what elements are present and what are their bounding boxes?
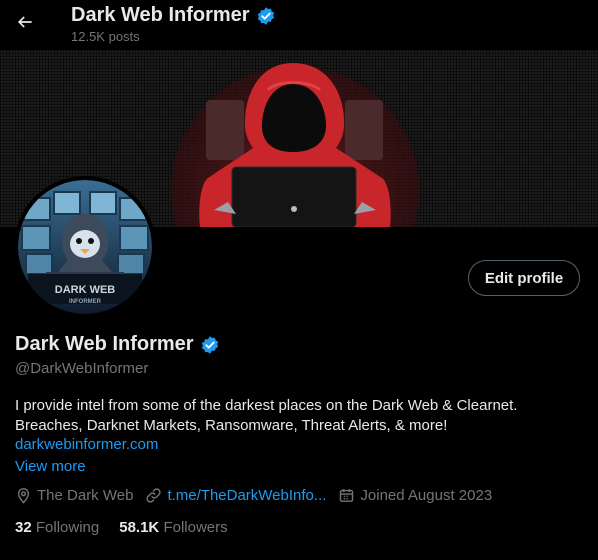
profile-avatar[interactable]: DARK WEB INFORMER xyxy=(14,176,156,318)
header-name-row: Dark Web Informer xyxy=(71,4,276,27)
profile-handle: @DarkWebInformer xyxy=(15,360,149,377)
following-label: Following xyxy=(35,519,100,536)
avatar-image: DARK WEB INFORMER xyxy=(18,180,152,314)
header-post-count: 12.5K posts xyxy=(71,29,140,44)
link-item[interactable]: t.me/TheDarkWebInfo... xyxy=(145,487,326,504)
bio-line: I provide intel from some of the darkest… xyxy=(15,397,518,414)
back-arrow-icon xyxy=(17,16,32,28)
view-more-link[interactable]: View more xyxy=(15,458,86,475)
edit-profile-button[interactable]: Edit profile xyxy=(468,260,580,296)
profile-link[interactable]: t.me/TheDarkWebInfo... xyxy=(167,487,326,504)
follow-stats: 32 Following 58.1K Followers xyxy=(15,519,228,536)
top-header: Dark Web Informer 12.5K posts xyxy=(0,0,598,50)
profile-page: Dark Web Informer 12.5K posts DARK WEB I… xyxy=(0,0,598,560)
location-icon xyxy=(17,488,30,504)
profile-display-name: Dark Web Informer xyxy=(15,333,194,355)
profile-bio: I provide intel from some of the darkest… xyxy=(15,396,590,436)
profile-meta-row: The Dark Web t.me/TheDarkWebInfo... Join… xyxy=(15,487,492,504)
calendar-icon xyxy=(340,489,354,502)
bio-line: Breaches, Darknet Markets, Ransomware, T… xyxy=(15,417,448,434)
joined-item: Joined August 2023 xyxy=(338,487,492,504)
followers-count: 58.1K xyxy=(119,519,160,536)
profile-name-row: Dark Web Informer xyxy=(15,333,220,356)
followers-link[interactable]: 58.1K Followers xyxy=(119,519,227,536)
avatar-logo-line2: INFORMER xyxy=(69,299,102,305)
location-item: The Dark Web xyxy=(15,487,133,504)
joined-text: Joined August 2023 xyxy=(360,487,493,504)
avatar-logo-line1: DARK WEB xyxy=(55,284,116,296)
followers-label: Followers xyxy=(163,519,228,536)
back-button[interactable] xyxy=(10,7,40,37)
website-link[interactable]: darkwebinformer.com xyxy=(15,436,158,453)
header-title: Dark Web Informer xyxy=(71,4,250,26)
link-icon xyxy=(146,488,162,503)
location-text: The Dark Web xyxy=(37,487,134,504)
verified-badge-icon xyxy=(257,6,274,25)
following-count: 32 xyxy=(15,519,32,536)
following-link[interactable]: 32 Following xyxy=(15,519,99,536)
verified-badge-icon[interactable] xyxy=(200,335,220,355)
